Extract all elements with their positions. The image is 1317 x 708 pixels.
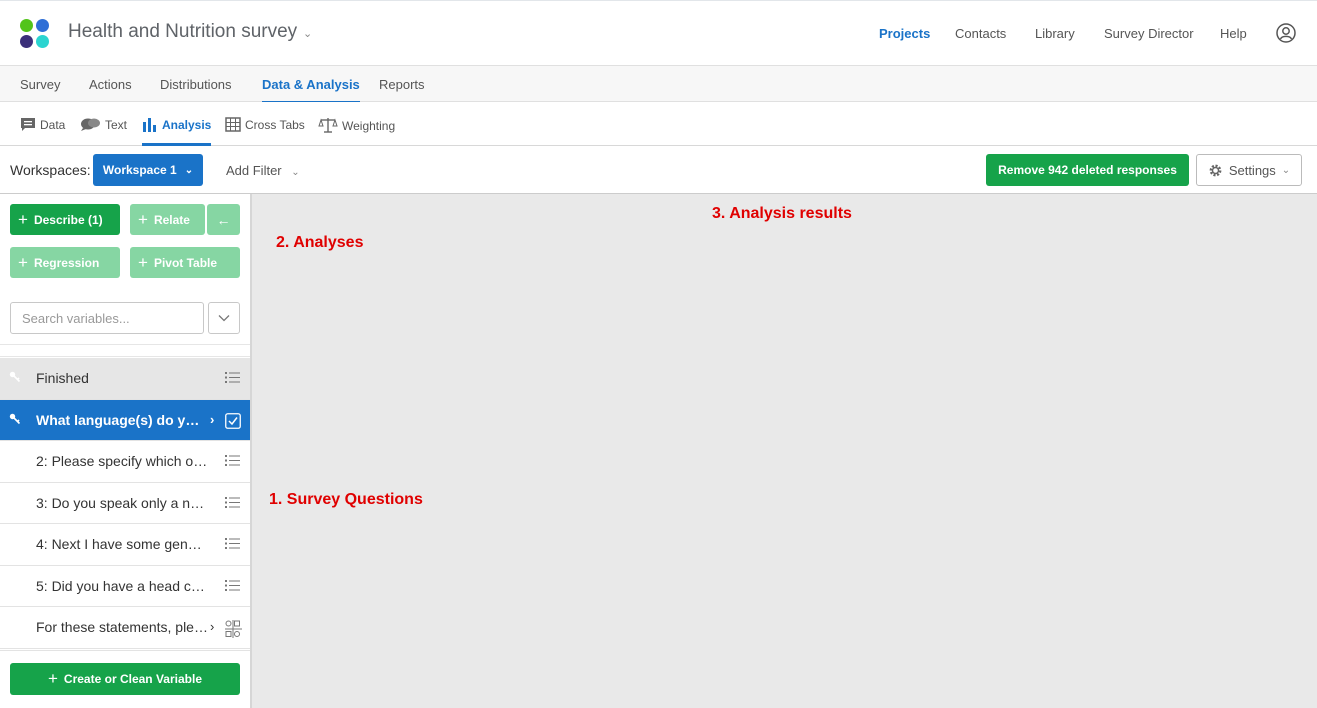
chat-bubbles-icon — [81, 118, 100, 131]
tab-data-analysis[interactable]: Data & Analysis — [262, 77, 360, 103]
checked-box-icon[interactable] — [225, 412, 241, 429]
nav-library[interactable]: Library — [1035, 26, 1075, 41]
create-clean-variable-button[interactable]: + Create or Clean Variable — [10, 663, 240, 695]
nav-help[interactable]: Help — [1220, 26, 1247, 41]
add-filter-label: Add Filter — [226, 163, 282, 178]
list-icon[interactable] — [225, 537, 240, 550]
subtab-text-label: Text — [105, 117, 128, 132]
chevron-down-icon: ⌄ — [291, 167, 300, 178]
four-dots-logo[interactable] — [20, 19, 50, 49]
collapse-button[interactable]: ← — [207, 204, 240, 235]
divider — [0, 356, 250, 357]
user-circle-icon[interactable] — [1276, 23, 1296, 43]
variable-list: Finished What language(s) do you usually… — [0, 358, 250, 649]
subtab-analysis[interactable]: Analysis — [142, 117, 212, 146]
settings-dropdown[interactable]: Settings ⌄ — [1196, 154, 1302, 186]
add-filter-dropdown[interactable]: Add Filter ⌄ — [226, 163, 300, 178]
variable-label: Finished — [36, 370, 89, 386]
chevron-right-icon[interactable]: › — [210, 412, 214, 427]
sub-tabs: Data Text Analysis Cross Tabs Weighting — [0, 102, 1317, 146]
list-icon[interactable] — [225, 371, 240, 384]
variable-item-selected[interactable]: What language(s) do you usually speak? › — [0, 399, 250, 441]
plus-icon: + — [138, 210, 148, 229]
nav-survey-director[interactable]: Survey Director — [1104, 26, 1194, 41]
remove-deleted-responses-button[interactable]: Remove 942 deleted responses — [986, 154, 1189, 186]
pivot-table-label: Pivot Table — [153, 255, 218, 270]
subtab-cross-tabs[interactable]: Cross Tabs — [225, 117, 305, 132]
nav-projects[interactable]: Projects — [879, 26, 930, 41]
subtab-data[interactable]: Data — [20, 117, 65, 132]
tab-survey[interactable]: Survey — [20, 77, 60, 92]
analysis-results-area: 3. Analysis results 2. Analyses 1. Surve… — [252, 194, 1317, 708]
arrow-left-icon: ← — [216, 211, 231, 228]
variable-label: 3: Do you speak only a non-English langu… — [36, 494, 208, 511]
matrix-icon[interactable] — [225, 620, 242, 638]
subtab-weighting-label: Weighting — [342, 118, 396, 133]
regression-button[interactable]: + Regression — [10, 247, 120, 278]
plus-icon: + — [18, 210, 28, 229]
plus-icon: + — [138, 253, 148, 272]
list-icon[interactable] — [225, 496, 240, 509]
create-clean-label: Create or Clean Variable — [63, 672, 202, 686]
chevron-down-icon: ⌄ — [184, 164, 194, 176]
search-options-dropdown[interactable] — [208, 302, 240, 334]
top-bar: Health and Nutrition survey ⌄ Projects C… — [0, 0, 1317, 66]
subtab-analysis-label: Analysis — [162, 117, 212, 132]
workspace-value: Workspace 1 — [102, 163, 177, 177]
subtab-data-label: Data — [40, 117, 66, 132]
variable-label: 4: Next I have some general questions — [36, 536, 208, 552]
variable-item[interactable]: For these statements, please indicate › — [0, 607, 250, 649]
describe-label: Describe (1) — [33, 212, 103, 227]
tab-reports[interactable]: Reports — [379, 77, 425, 92]
tab-distributions[interactable]: Distributions — [160, 77, 232, 92]
variable-label: For these statements, please indicate — [36, 619, 208, 635]
subtab-text[interactable]: Text — [80, 117, 127, 132]
gear-icon — [1209, 164, 1222, 176]
chevron-right-icon[interactable]: › — [210, 619, 214, 634]
variable-item[interactable]: 5: Did you have a head cold or chest col… — [0, 566, 250, 607]
variable-label: 5: Did you have a head cold or chest col… — [36, 577, 208, 594]
list-icon[interactable] — [225, 454, 240, 467]
main-tabs: Survey Actions Distributions Data & Anal… — [0, 66, 1317, 103]
divider — [0, 650, 250, 651]
chevron-down-icon: ⌄ — [1281, 164, 1291, 176]
variable-item[interactable]: 2: Please specify which other language — [0, 441, 250, 483]
left-panel: + Describe (1) + Relate ← + Regression +… — [0, 194, 252, 708]
tab-actions[interactable]: Actions — [89, 77, 132, 92]
variable-label: 2: Please specify which other language — [36, 453, 208, 469]
variable-item[interactable]: 4: Next I have some general questions — [0, 524, 250, 566]
grid-icon — [225, 117, 241, 132]
relate-button[interactable]: + Relate — [130, 204, 205, 235]
plus-icon: + — [18, 253, 28, 272]
annotation-analysis-results: 3. Analysis results — [712, 205, 852, 222]
settings-label: Settings — [1228, 162, 1276, 178]
relate-label: Relate — [153, 212, 190, 227]
variable-item[interactable]: Finished — [0, 358, 250, 400]
bar-chart-icon — [143, 118, 156, 132]
pivot-table-button[interactable]: + Pivot Table — [130, 247, 240, 278]
plus-icon: + — [47, 669, 58, 688]
workspace-bar: Workspaces: Workspace 1 ⌄ Add Filter ⌄ R… — [0, 146, 1317, 194]
describe-button[interactable]: + Describe (1) — [10, 204, 120, 235]
subtab-cross-tabs-label: Cross Tabs — [245, 117, 305, 132]
chevron-down-icon[interactable]: ⌄ — [303, 27, 312, 40]
list-icon[interactable] — [225, 579, 240, 592]
workspaces-label: Workspaces: — [10, 162, 91, 178]
subtab-weighting[interactable]: Weighting — [318, 117, 395, 134]
key-icon — [9, 371, 21, 383]
variable-label: What language(s) do you usually speak? — [36, 411, 206, 428]
regression-label: Regression — [33, 255, 100, 270]
variable-item[interactable]: 3: Do you speak only a non-English langu… — [0, 483, 250, 524]
chevron-down-icon — [218, 315, 230, 322]
annotation-analyses: 2. Analyses — [276, 234, 364, 251]
divider — [0, 344, 250, 345]
search-variables-input[interactable] — [10, 302, 204, 334]
annotation-survey-questions: 1. Survey Questions — [269, 491, 423, 508]
speech-bubble-icon — [21, 118, 35, 131]
nav-contacts[interactable]: Contacts — [955, 26, 1006, 41]
project-title[interactable]: Health and Nutrition survey — [68, 21, 297, 43]
key-icon — [9, 413, 21, 424]
workspace-dropdown[interactable]: Workspace 1 ⌄ — [93, 154, 203, 186]
scale-icon — [318, 118, 338, 133]
